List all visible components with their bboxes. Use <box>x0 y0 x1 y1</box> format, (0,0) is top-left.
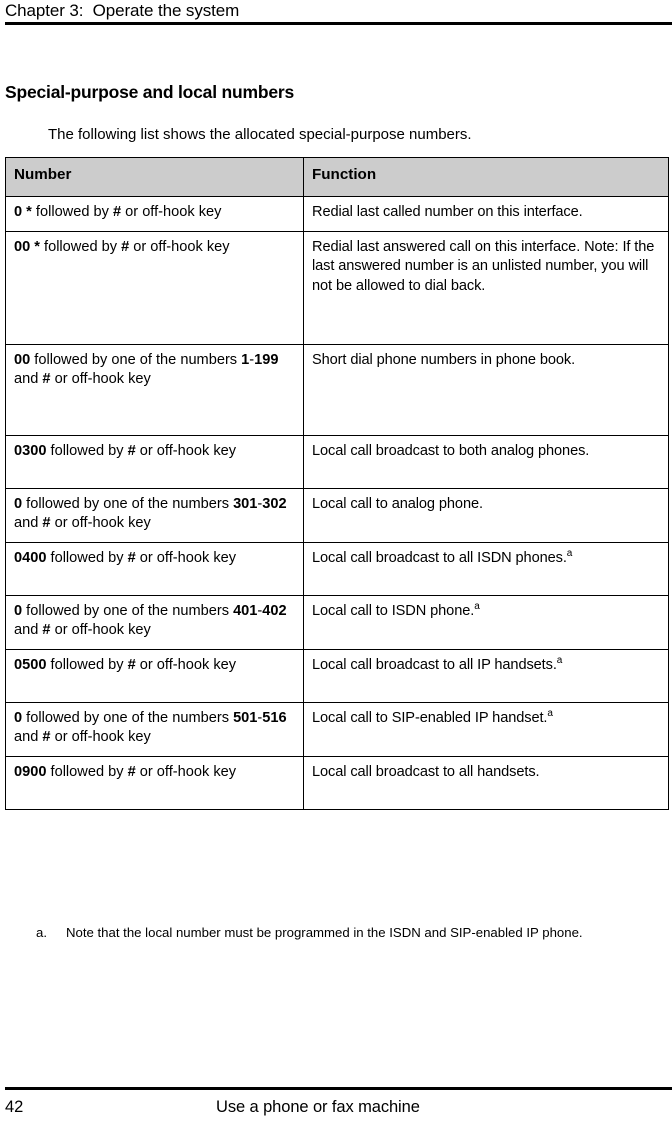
intro-paragraph: The following list shows the allocated s… <box>48 126 472 143</box>
table-row: 0 * followed by # or off-hook key Redial… <box>5 196 669 232</box>
table-footnote: a. Note that the local number must be pr… <box>36 924 648 942</box>
table-row: 0 followed by one of the numbers 301-302… <box>5 487 669 543</box>
cell-function: Local call broadcast to all handsets. <box>303 755 669 810</box>
footer-title: Use a phone or fax machine <box>216 1098 420 1116</box>
cell-number: 0 * followed by # or off-hook key <box>5 196 304 232</box>
cell-function: Short dial phone numbers in phone book. <box>303 343 669 436</box>
cell-function: Local call broadcast to both analog phon… <box>303 434 669 489</box>
table-header: Number Function <box>5 157 669 197</box>
table-body: 0 * followed by # or off-hook key Redial… <box>5 196 669 810</box>
cell-function: Local call to analog phone. <box>303 487 669 543</box>
footer-rule <box>5 1087 672 1090</box>
table-row: 00 * followed by # or off-hook key Redia… <box>5 230 669 345</box>
cell-number: 0 followed by one of the numbers 401-402… <box>5 594 304 650</box>
cell-number: 0500 followed by # or off-hook key <box>5 648 304 703</box>
table-header-row: Number Function <box>5 157 669 197</box>
cell-function: Local call broadcast to all ISDN phones.… <box>303 541 669 596</box>
cell-number: 0 followed by one of the numbers 301-302… <box>5 487 304 543</box>
cell-number: 00 followed by one of the numbers 1-199 … <box>5 343 304 436</box>
cell-number: 00 * followed by # or off-hook key <box>5 230 304 345</box>
special-purpose-numbers-table: Number Function 0 * followed by # or off… <box>5 157 669 810</box>
cell-function: Redial last called number on this interf… <box>303 196 669 232</box>
cell-number: 0 followed by one of the numbers 501-516… <box>5 701 304 757</box>
cell-function: Local call to SIP-enabled IP handset.a <box>303 701 669 757</box>
cell-function: Local call to ISDN phone.a <box>303 594 669 650</box>
cell-number: 0900 followed by # or off-hook key <box>5 755 304 810</box>
header-rule <box>5 22 672 25</box>
table-row: 0500 followed by # or off-hook key Local… <box>5 648 669 703</box>
cell-function: Redial last answered call on this interf… <box>303 230 669 345</box>
running-header: Chapter 3: Operate the system <box>5 1 240 20</box>
column-header-function: Function <box>303 157 669 197</box>
table-row: 0 followed by one of the numbers 501-516… <box>5 701 669 757</box>
table-row: 00 followed by one of the numbers 1-199 … <box>5 343 669 436</box>
cell-function: Local call broadcast to all IP handsets.… <box>303 648 669 703</box>
column-header-number: Number <box>5 157 304 197</box>
footnote-marker: a. <box>36 925 47 940</box>
page-number: 42 <box>5 1098 24 1116</box>
table-row: 0 followed by one of the numbers 401-402… <box>5 594 669 650</box>
table-row: 0900 followed by # or off-hook key Local… <box>5 755 669 810</box>
cell-number: 0300 followed by # or off-hook key <box>5 434 304 489</box>
table-row: 0300 followed by # or off-hook key Local… <box>5 434 669 489</box>
document-page: Chapter 3: Operate the system Special-pu… <box>0 0 672 1130</box>
cell-number: 0400 followed by # or off-hook key <box>5 541 304 596</box>
footnote-text: Note that the local number must be progr… <box>66 925 583 940</box>
table-row: 0400 followed by # or off-hook key Local… <box>5 541 669 596</box>
page-title: Special-purpose and local numbers <box>5 81 295 102</box>
